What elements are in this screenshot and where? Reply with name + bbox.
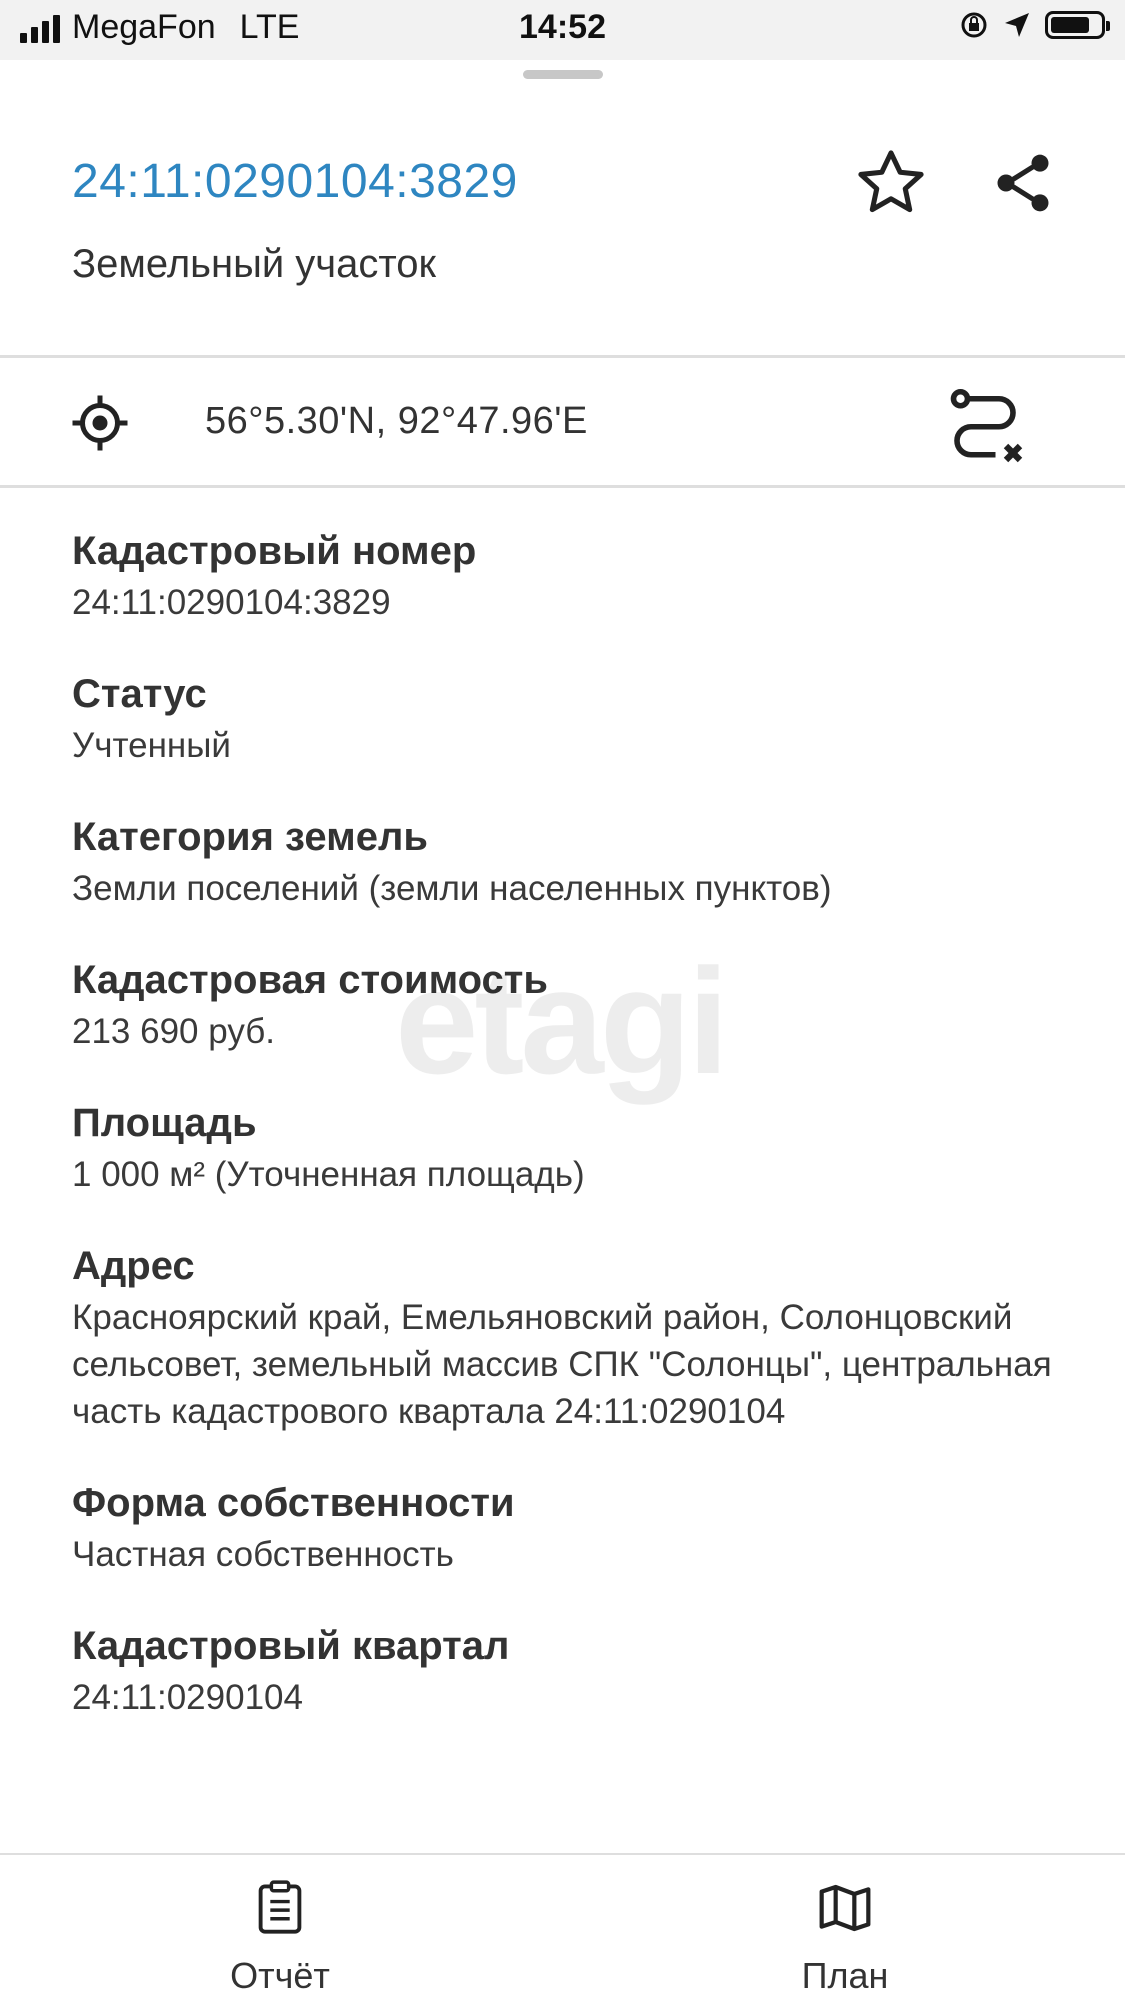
divider	[0, 355, 1125, 358]
coordinates-row[interactable]: 56°5.30'N, 92°47.96'E	[0, 360, 1125, 485]
sheet-drag-handle[interactable]	[523, 70, 603, 79]
field-status: Статус Учтенный	[72, 668, 1072, 769]
divider	[0, 485, 1125, 488]
field-label: Категория земель	[72, 815, 428, 859]
field-value: Учтенный	[72, 726, 231, 765]
location-arrow-icon	[1005, 13, 1029, 37]
coordinates-text: 56°5.30'N, 92°47.96'E	[205, 400, 588, 442]
field-value: Земли поселений (земли населенных пункто…	[72, 869, 832, 908]
rotation-lock-icon	[961, 12, 987, 38]
battery-icon	[1045, 11, 1110, 39]
field-cadastral-value: Кадастровая стоимость 213 690 руб.	[72, 954, 1072, 1055]
route-icon	[950, 388, 1023, 463]
field-value: 213 690 руб.	[72, 1012, 275, 1051]
field-label: Кадастровый квартал	[72, 1624, 510, 1668]
favorite-button[interactable]	[846, 138, 936, 228]
tab-plan[interactable]: План	[745, 1880, 945, 1997]
bottom-tab-bar: Отчёт План	[0, 1855, 1125, 2000]
field-label: Форма собственности	[72, 1481, 515, 1525]
tab-plan-label: План	[801, 1955, 889, 1996]
field-area: Площадь 1 000 м² (Уточненная площадь)	[72, 1097, 1072, 1198]
field-value[interactable]: 24:11:0290104:3829	[72, 579, 1072, 626]
field-value: Частная собственность	[72, 1535, 454, 1574]
field-value: 1 000 м² (Уточненная площадь)	[72, 1155, 585, 1194]
field-address: Адрес Красноярский край, Емельяновский р…	[72, 1240, 1072, 1435]
status-bar: MegaFon LTE 14:52	[0, 0, 1125, 60]
clipboard-icon	[258, 1880, 302, 1934]
tab-report[interactable]: Отчёт	[180, 1880, 380, 1997]
tab-report-label: Отчёт	[230, 1955, 330, 1996]
details-list: Кадастровый номер 24:11:0290104:3829 Ста…	[72, 525, 1072, 1763]
field-land-category: Категория земель Земли поселений (земли …	[72, 811, 1072, 912]
my-location-icon	[72, 395, 128, 451]
object-type: Земельный участок	[72, 242, 437, 286]
field-cadastral-quarter: Кадастровый квартал 24:11:0290104	[72, 1620, 1072, 1721]
status-time: 14:52	[519, 8, 606, 46]
field-cadastral-number: Кадастровый номер 24:11:0290104:3829	[72, 525, 1072, 626]
map-icon	[819, 1884, 871, 1932]
field-ownership: Форма собственности Частная собственност…	[72, 1477, 1072, 1578]
share-icon	[997, 154, 1049, 212]
field-label: Адрес	[72, 1244, 195, 1288]
field-value: Красноярский край, Емельяновский район, …	[72, 1298, 1052, 1431]
share-button[interactable]	[978, 138, 1068, 228]
field-value[interactable]: 24:11:0290104	[72, 1674, 1072, 1721]
star-icon	[858, 150, 924, 213]
field-label: Кадастровый номер	[72, 529, 477, 573]
route-button[interactable]	[940, 380, 1030, 470]
status-bar-right	[959, 10, 1110, 40]
object-header: 24:11:0290104:3829 Земельный участок	[0, 100, 1125, 355]
cadastral-title: 24:11:0290104:3829	[72, 155, 518, 208]
field-label: Кадастровая стоимость	[72, 958, 548, 1002]
field-label: Площадь	[72, 1101, 257, 1145]
field-label: Статус	[72, 672, 207, 716]
